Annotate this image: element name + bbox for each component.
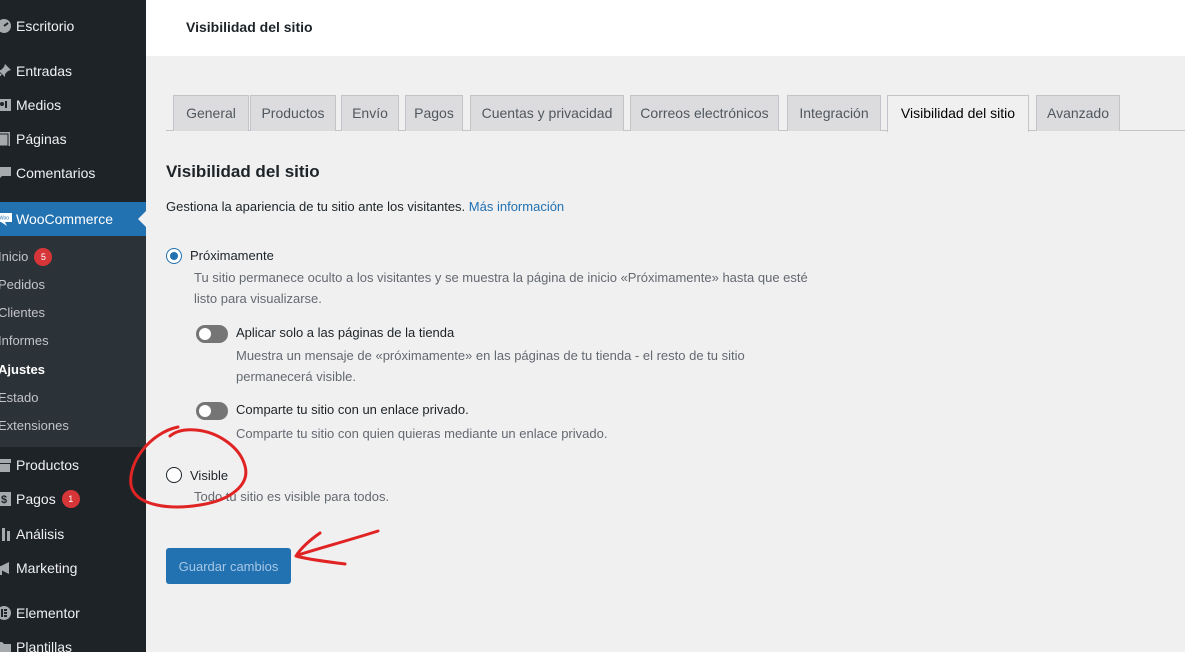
notification-badge: 5 — [34, 248, 53, 266]
more-info-link[interactable]: Más información — [469, 199, 564, 214]
submenu-item-label: Informes — [0, 333, 49, 348]
sidebar-item-label: Pagos — [16, 491, 56, 507]
megaphone-icon — [0, 558, 14, 578]
private-link-label[interactable]: Comparte tu sitio con un enlace privado. — [236, 402, 469, 417]
sidebar-item-label: Medios — [16, 97, 62, 113]
visible-radio[interactable] — [166, 467, 182, 483]
comment-icon — [0, 163, 14, 183]
tab-productos[interactable]: Productos — [250, 95, 336, 131]
submenu-item-label: Estado — [0, 390, 39, 405]
section-description: Gestiona la apariencia de tu sitio ante … — [166, 199, 564, 214]
store-pages-only-label[interactable]: Aplicar solo a las páginas de la tienda — [236, 325, 454, 340]
sidebar-item-analisis[interactable]: Análisis — [0, 517, 146, 551]
submenu-item-inicio[interactable]: Inicio 5 — [0, 247, 53, 267]
private-link-toggle[interactable] — [196, 402, 228, 420]
sidebar-item-productos[interactable]: Productos — [0, 448, 146, 482]
coming-soon-label[interactable]: Próximamente — [190, 248, 274, 263]
page-header: Visibilidad del sitio — [146, 0, 1185, 56]
sidebar-item-label: Entradas — [16, 63, 73, 79]
sidebar-item-pagos[interactable]: $ Pagos 1 — [0, 482, 146, 516]
page-icon — [0, 129, 14, 149]
annotation-arrow-shaft — [296, 529, 380, 557]
store-pages-only-toggle[interactable] — [196, 325, 228, 343]
sidebar-item-elementor[interactable]: Elementor — [0, 596, 146, 630]
tab-avanzado[interactable]: Avanzado — [1036, 95, 1120, 131]
sidebar-item-label: Análisis — [16, 526, 65, 542]
sidebar-item-label: Productos — [16, 457, 80, 473]
dollar-icon: $ — [0, 489, 14, 509]
svg-text:$: $ — [1, 494, 7, 506]
sidebar-item-label: Marketing — [16, 560, 78, 576]
tab-correos-electronicos[interactable]: Correos electrónicos — [630, 95, 779, 131]
visible-label[interactable]: Visible — [190, 468, 228, 483]
description-text: Gestiona la apariencia de tu sitio ante … — [166, 199, 466, 214]
sidebar-item-plantillas[interactable]: Plantillas — [0, 630, 146, 652]
submenu-item-label: Ajustes — [0, 362, 45, 377]
tab-envio[interactable]: Envío — [341, 95, 399, 131]
sidebar-item-woocommerce[interactable]: Woo WooCommerce — [0, 202, 146, 236]
store-pages-only-description: Muestra un mensaje de «próximamente» en … — [236, 345, 796, 387]
submenu-item-label: Pedidos — [0, 277, 45, 292]
visible-description: Todo tu sitio es visible para todos. — [194, 489, 390, 504]
svg-text:Woo: Woo — [0, 216, 9, 222]
submenu-item-clientes[interactable]: Clientes — [0, 303, 45, 323]
sidebar-item-label: WooCommerce — [16, 211, 113, 227]
pushpin-icon — [0, 61, 14, 81]
submenu-item-informes[interactable]: Informes — [0, 331, 49, 351]
sidebar-item-comentarios[interactable]: Comentarios — [0, 156, 146, 190]
woocommerce-icon: Woo — [0, 209, 14, 229]
submenu-item-pedidos[interactable]: Pedidos — [0, 275, 45, 295]
sidebar-item-marketing[interactable]: Marketing — [0, 551, 146, 585]
submenu-item-label: Extensiones — [0, 418, 69, 433]
submenu-item-ajustes[interactable]: Ajustes — [0, 360, 45, 380]
media-icon — [0, 95, 14, 115]
notification-badge: 1 — [61, 490, 80, 508]
section-title: Visibilidad del sitio — [166, 162, 320, 181]
coming-soon-description: Tu sitio permanece oculto a los visitant… — [194, 267, 834, 309]
sidebar-item-escritorio[interactable]: Escritorio — [0, 9, 146, 43]
coming-soon-radio[interactable] — [166, 248, 182, 264]
store-pages-only-desc-line2: permanecerá visible. — [236, 369, 356, 384]
coming-soon-desc-line2: listo para visualizarse. — [194, 291, 322, 306]
admin-sidebar: Escritorio Entradas Medios Páginas Comen… — [0, 0, 146, 652]
submenu-item-estado[interactable]: Estado — [0, 388, 38, 408]
tab-integracion[interactable]: Integración — [787, 95, 881, 131]
annotation-arrow-head — [294, 531, 347, 566]
sidebar-item-paginas[interactable]: Páginas — [0, 122, 146, 156]
tab-pagos[interactable]: Pagos — [405, 95, 463, 131]
page-title: Visibilidad del sitio — [186, 19, 313, 35]
store-pages-only-desc-line1: Muestra un mensaje de «próximamente» en … — [236, 348, 745, 363]
sidebar-item-label: Elementor — [16, 605, 80, 621]
folder-icon — [0, 637, 14, 652]
dashboard-icon — [0, 16, 14, 36]
sidebar-item-label: Escritorio — [16, 18, 75, 34]
settings-tabs: General Productos Envío Pagos Cuentas y … — [166, 95, 1185, 132]
sidebar-item-label: Páginas — [16, 131, 67, 147]
tab-cuentas-privacidad[interactable]: Cuentas y privacidad — [470, 95, 624, 131]
submenu-item-label: Inicio — [0, 249, 29, 264]
sidebar-item-label: Comentarios — [16, 165, 96, 181]
woocommerce-submenu: Inicio 5 Pedidos Clientes Informes Ajuste… — [0, 236, 146, 447]
private-link-description: Comparte tu sitio con quien quieras medi… — [236, 426, 608, 441]
bar-chart-icon — [0, 524, 14, 544]
save-changes-button[interactable]: Guardar cambios — [166, 548, 291, 584]
tab-visibilidad-sitio[interactable]: Visibilidad del sitio — [887, 95, 1029, 132]
coming-soon-desc-line1: Tu sitio permanece oculto a los visitant… — [194, 270, 808, 285]
submenu-item-extensiones[interactable]: Extensiones — [0, 416, 69, 436]
tab-general[interactable]: General — [173, 95, 249, 131]
sidebar-item-entradas[interactable]: Entradas — [0, 54, 146, 88]
submenu-item-label: Clientes — [0, 305, 45, 320]
sidebar-item-medios[interactable]: Medios — [0, 88, 146, 122]
sidebar-item-label: Plantillas — [16, 639, 73, 652]
archive-icon — [0, 455, 14, 475]
elementor-icon — [0, 603, 14, 623]
